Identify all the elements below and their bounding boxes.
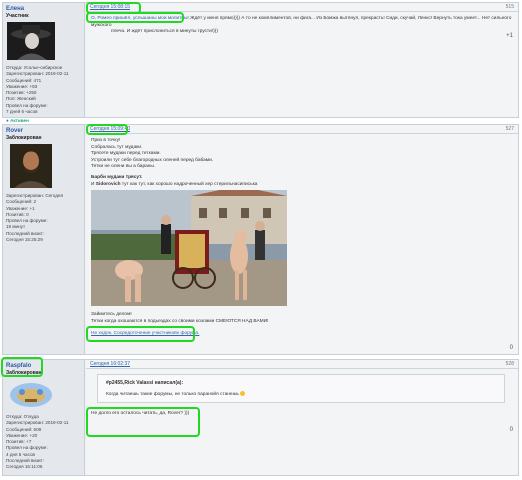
highlight-box-post3-user	[1, 357, 43, 377]
avatar	[10, 144, 52, 188]
post-number[interactable]: 515	[506, 4, 514, 10]
user-sidebar: Rover Заблокирован Зарегистрирован: Сего…	[3, 125, 85, 354]
mention-suffix: тут как тут, как хорошо надроченный хер …	[120, 181, 258, 187]
highlight-box-post2-footer	[86, 326, 195, 342]
post-header: Сегодня 15:08:15 515	[86, 3, 518, 12]
highlight-box-post1-text	[86, 12, 184, 23]
reputation-counter[interactable]: +1	[506, 33, 513, 39]
post-content: Сегодня 15:09:40 527 Приз в точку! Собра…	[86, 125, 518, 354]
user-sidebar: Raspfalo Заблокирован Откуда: Откуда Зар…	[3, 360, 85, 475]
post-text-line: Приз в точку!	[91, 138, 121, 143]
post-header: Сегодня 15:09:40 527	[86, 125, 518, 134]
person-icon: ●	[6, 118, 9, 124]
reputation-counter[interactable]: 0	[510, 345, 513, 351]
post-header: Сегодня 16:02:37 528	[86, 360, 518, 369]
post-text-bold: Барби мудаки трясут.	[91, 174, 143, 180]
username[interactable]: Rover	[6, 128, 81, 134]
smile-emoji-icon	[240, 391, 246, 396]
user-stat: Сегодня 15:25:29	[6, 237, 43, 243]
post-text-line: Тетки не олени вы а бараны.	[91, 164, 156, 170]
post-text-line: Тетки когда охошаются в подьездах со сво…	[91, 318, 269, 324]
user-mention[interactable]: Sidorovich	[96, 182, 121, 187]
highlight-box-post3-reply	[86, 407, 200, 437]
post-body: Приз в точку! Собралась тут мудаки. Тряс…	[86, 134, 518, 342]
reputation-counter[interactable]: 0	[510, 427, 513, 433]
highlight-box-post2-date	[86, 124, 128, 135]
quote-header: #p2455,Rick Valassi написал(а):	[106, 380, 184, 386]
post-number[interactable]: 527	[506, 126, 514, 132]
status-label: Активен	[10, 118, 29, 124]
quote-block: #p2455,Rick Valassi написал(а): Когда чи…	[97, 374, 505, 403]
forum-post: Елена Участник Откуда: Усолье-сибирское …	[2, 2, 519, 123]
post-number[interactable]: 528	[506, 361, 514, 367]
post-text-line: Займитесь делом!	[91, 312, 132, 318]
avatar	[7, 22, 55, 60]
quote-body: Когда читаешь такие форумы, не только па…	[106, 391, 496, 397]
post-image[interactable]	[91, 190, 287, 307]
user-sidebar: Елена Участник Откуда: Усолье-сибирское …	[3, 3, 85, 123]
post-text-line: плеча. И ждёт прислониться в минуты грус…	[111, 29, 218, 35]
quote-text: Когда читаешь такие форумы, не только па…	[106, 391, 239, 397]
forum-post: Raspfalo Заблокирован Откуда: Откуда Зар…	[2, 359, 519, 476]
post-text-line: И Sidorovich тут как тут, как хорошо над…	[91, 182, 513, 189]
avatar	[10, 383, 52, 407]
user-stat: Сегодня 16:11:06	[6, 464, 43, 470]
post-date-link[interactable]: Сегодня 16:02:37	[90, 361, 130, 367]
user-rank: Заблокирован	[6, 135, 42, 141]
post-text-line: Трясете мудаки перед тетками.	[91, 151, 161, 157]
user-stat: 7 дней 6 часов	[6, 109, 38, 115]
user-rank: Участник	[6, 13, 29, 19]
forum-post: Rover Заблокирован Зарегистрирован: Сего…	[2, 124, 519, 355]
username[interactable]: Елена	[6, 6, 81, 12]
